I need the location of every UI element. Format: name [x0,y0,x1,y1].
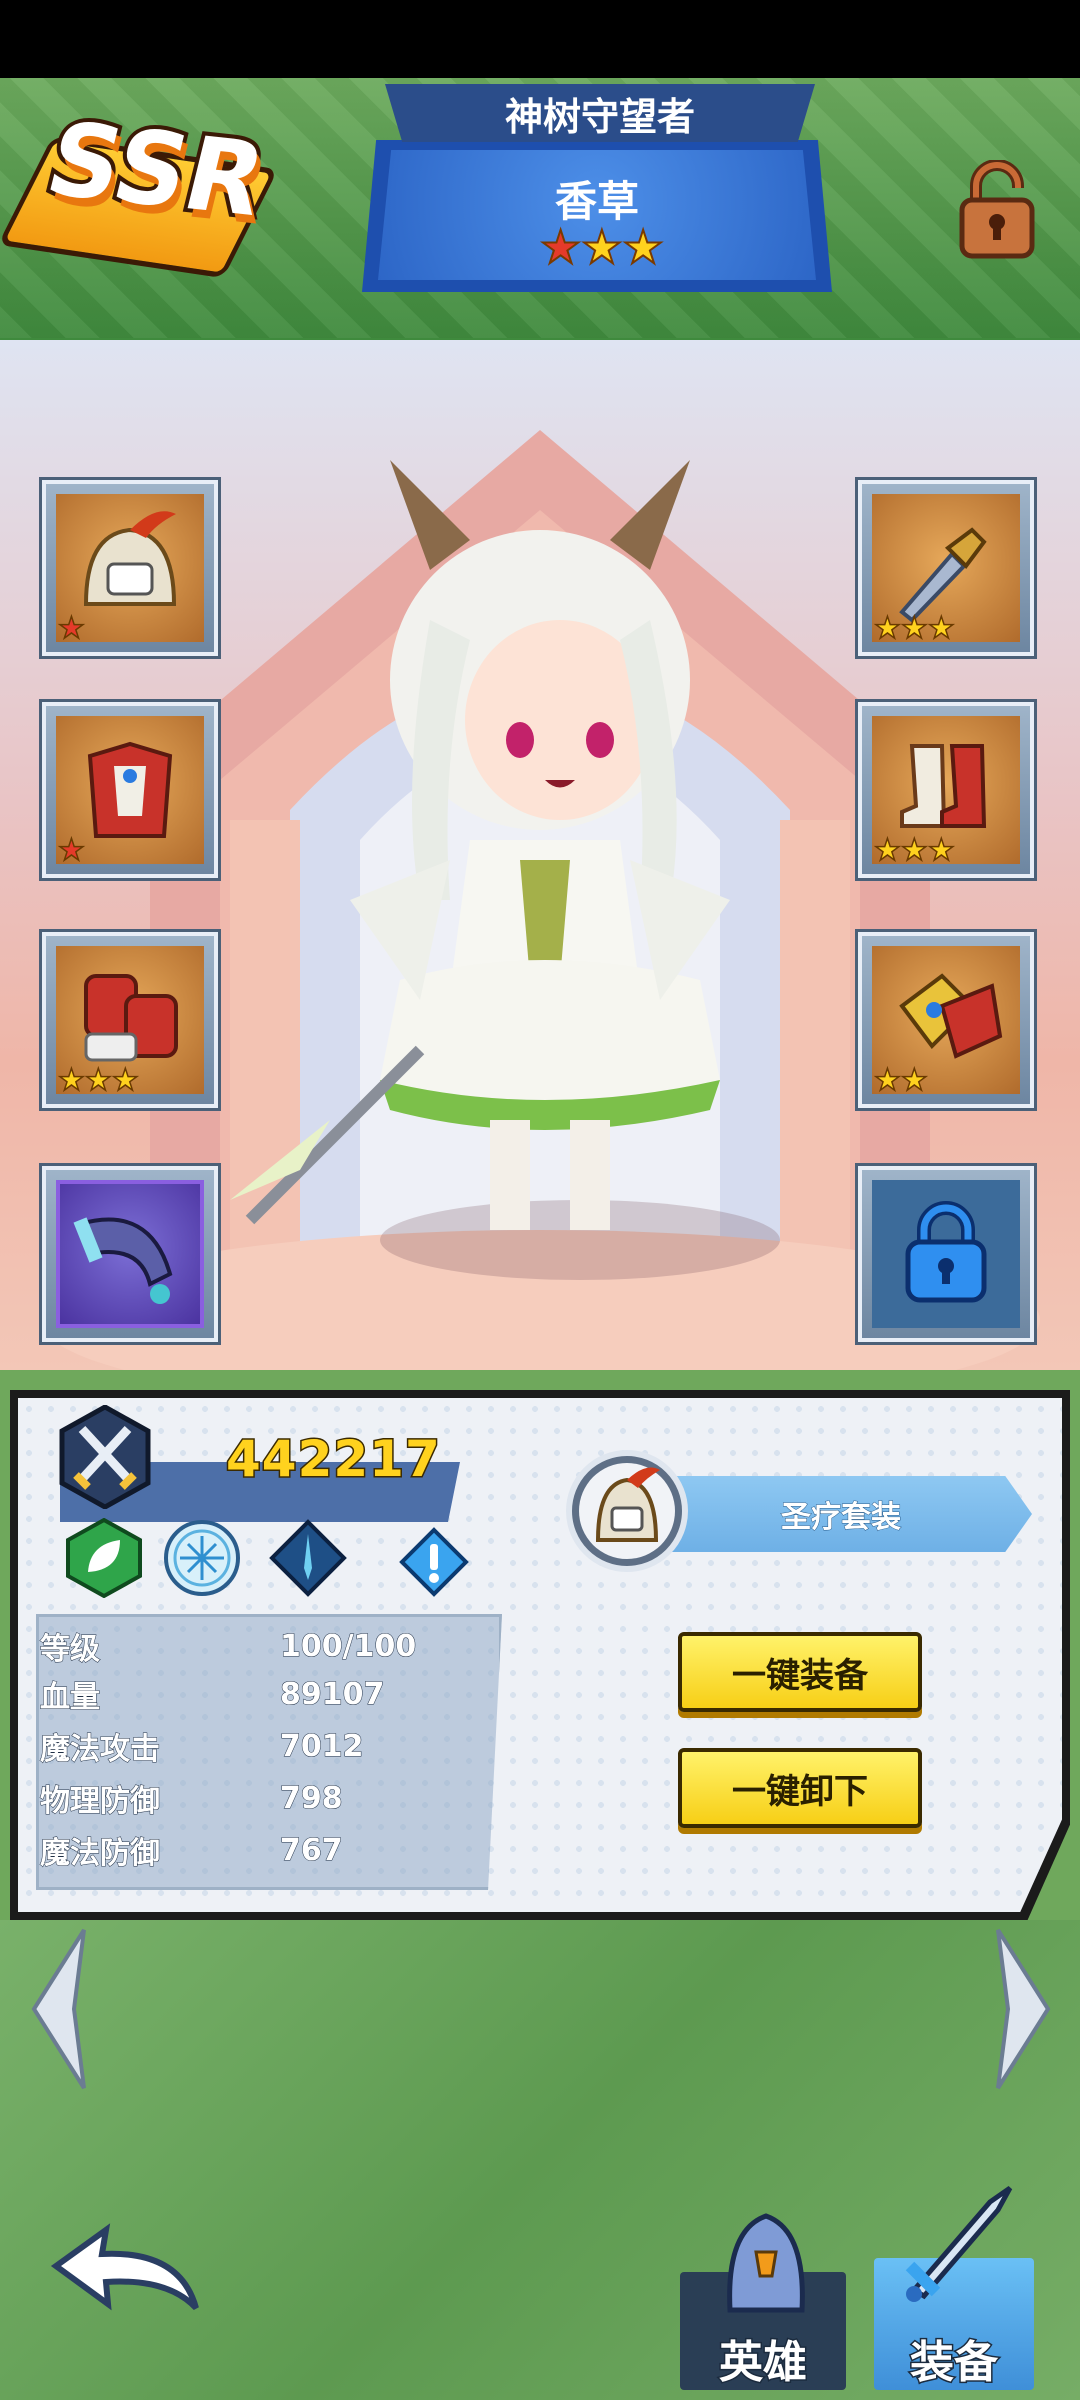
stat-value: 798 [280,1780,344,1816]
equip-slot-bracer[interactable]: ★ ★ [858,932,1034,1108]
equip-slot-helmet[interactable]: ★ [42,480,218,656]
item-stars: ★ ★ [873,1063,928,1098]
hero-stars: ★ ★ ★ [539,220,665,274]
frost-icon[interactable] [162,1518,242,1598]
status-bar [0,0,1080,78]
item-stars: ★ [57,611,85,646]
equip-slot-gauntlets[interactable]: ★ ★ ★ [42,932,218,1108]
item-stars: ★ ★ ★ [873,833,955,868]
stat-value: 7012 [280,1728,364,1764]
combat-power: 442217 [225,1429,442,1490]
star-icon: ★ [873,611,901,646]
equip-slot-dagger[interactable]: ★ ★ ★ [858,480,1034,656]
item-stars: ★ ★ ★ [57,1063,139,1098]
star-icon: ★ [927,611,955,646]
star-icon: ★ [111,1063,139,1098]
equip-slot-armor[interactable]: ★ [42,702,218,878]
stat-label: 魔法防御 [40,1836,161,1872]
equipment-set-button[interactable]: 圣疗套装 [650,1476,1032,1552]
stat-magic-attack: 魔法攻击 7012 [40,1726,460,1768]
item-stars: ★ [57,833,85,868]
stat-level: 等级 100/100 [40,1626,460,1668]
padlock-icon[interactable] [958,159,1036,260]
stat-label: 魔法攻击 [40,1732,161,1768]
hero-title: 神树守望者 [385,84,815,142]
back-arrow-icon[interactable] [50,2220,200,2320]
star-icon: ★ [927,833,955,868]
equip-slot-locked[interactable] [858,1166,1034,1342]
equip-all-button[interactable]: 一键装备 [678,1632,922,1712]
stat-label: 血量 [40,1680,101,1716]
star-icon: ★ [621,220,664,274]
stat-magic-defense: 魔法防御 767 [40,1830,460,1872]
star-icon: ★ [873,1063,901,1098]
hero-helmet-icon [716,2200,816,2320]
lock-icon [872,1180,1020,1328]
equip-slot-horn[interactable] [42,1166,218,1342]
star-icon: ★ [900,1063,928,1098]
star-icon: ★ [57,1063,85,1098]
star-icon: ★ [57,833,85,868]
star-icon: ★ [539,220,582,274]
stat-value: 767 [280,1832,344,1868]
star-icon: ★ [84,1063,112,1098]
star-icon: ★ [580,220,623,274]
prev-hero-arrow-icon[interactable] [24,1924,94,2094]
crossed-swords-icon [58,1404,152,1510]
sword-icon [894,2180,1024,2310]
star-icon: ★ [900,833,928,868]
horn-icon [56,1180,204,1328]
star-icon: ★ [873,833,901,868]
tab-hero-label: 英雄 [718,2336,809,2390]
rarity-badge: SSR [0,96,281,282]
stat-value: 89107 [279,1676,385,1712]
star-icon: ★ [57,611,85,646]
stat-hp: 血量 89107 [40,1674,460,1716]
rarity-label: SSR [32,96,281,243]
stat-label: 物理防御 [40,1784,161,1820]
diamond-sword-icon[interactable] [268,1518,348,1598]
stat-label: 等级 [40,1632,101,1668]
item-stars: ★ ★ ★ [873,611,955,646]
stat-value: 100/100 [279,1628,417,1664]
set-helmet-icon[interactable] [564,1448,690,1574]
alert-icon[interactable] [398,1526,470,1598]
star-icon: ★ [900,611,928,646]
unequip-all-button[interactable]: 一键卸下 [678,1748,922,1828]
equip-slot-boots[interactable]: ★ ★ ★ [858,702,1034,878]
tab-equipment-label: 装备 [909,2336,1000,2390]
leaf-icon[interactable] [64,1517,144,1599]
next-hero-arrow-icon[interactable] [988,1924,1058,2094]
stat-physical-defense: 物理防御 798 [40,1778,460,1820]
